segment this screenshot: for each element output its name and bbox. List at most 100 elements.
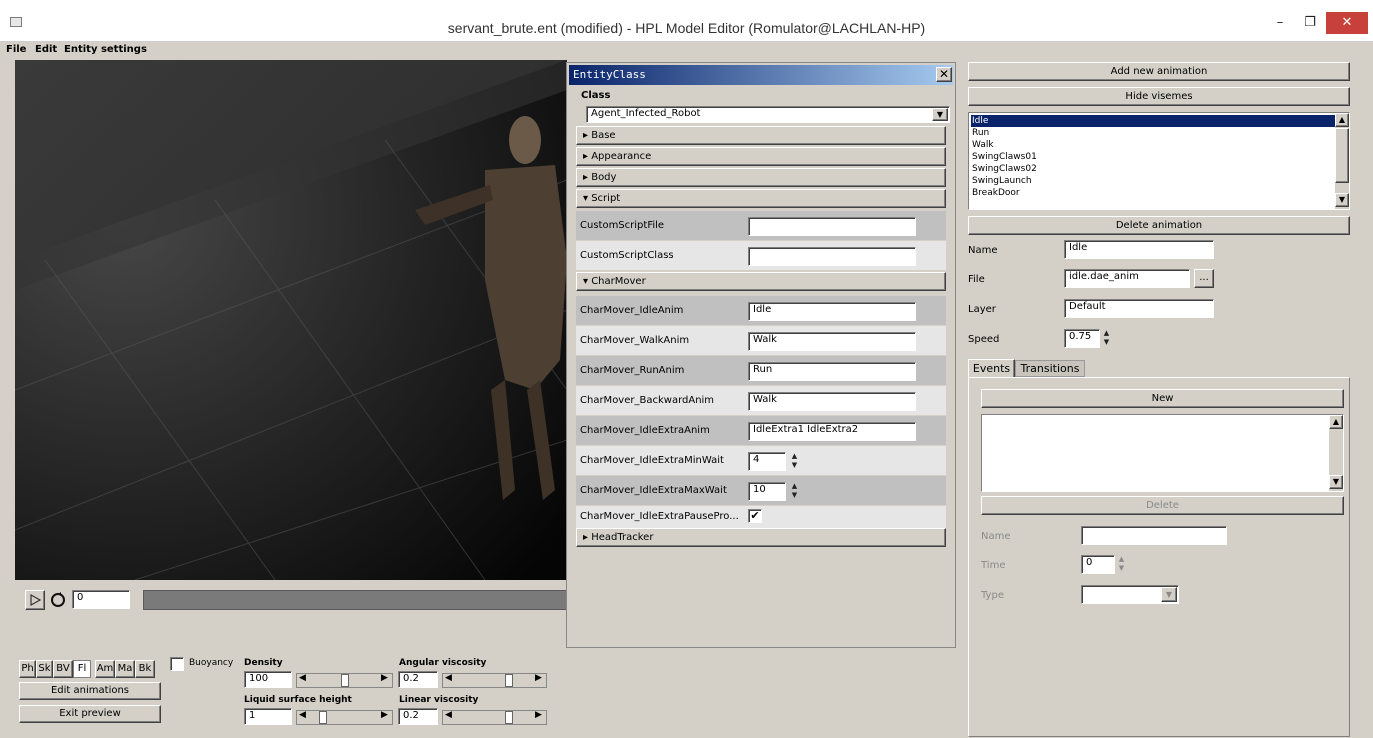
- idle-extra-max-wait-input[interactable]: 10: [748, 482, 786, 501]
- menu-edit[interactable]: Edit: [35, 44, 57, 55]
- anim-speed-input[interactable]: 0.75: [1064, 329, 1100, 348]
- panel-close-button[interactable]: ✕: [936, 67, 952, 82]
- anim-file-input[interactable]: idle.dae_anim: [1064, 269, 1190, 288]
- linear-viscosity-input[interactable]: 0.2: [398, 708, 438, 725]
- scroll-thumb[interactable]: [1335, 128, 1349, 183]
- frame-input[interactable]: 0: [72, 590, 130, 609]
- events-scroll-up-icon[interactable]: ▲: [1329, 415, 1343, 429]
- anim-name-input[interactable]: Idle: [1064, 240, 1214, 259]
- slider-right-icon[interactable]: ▶: [535, 710, 542, 720]
- idle-extra-min-wait-input[interactable]: 4: [748, 452, 786, 471]
- events-list-scrollbar[interactable]: ▲ ▼: [1329, 415, 1343, 491]
- toggle-bk[interactable]: Bk: [135, 660, 155, 678]
- maximize-button[interactable]: ❐: [1296, 12, 1324, 34]
- run-anim-input[interactable]: Run: [748, 362, 916, 381]
- liquid-surface-input[interactable]: 1: [244, 708, 292, 725]
- slider-thumb[interactable]: [341, 674, 349, 687]
- section-headtracker[interactable]: ▸ HeadTracker: [576, 528, 946, 547]
- section-appearance[interactable]: ▸ Appearance: [576, 147, 946, 166]
- buoyancy-checkbox[interactable]: [170, 657, 184, 671]
- toggle-ma[interactable]: Ma: [115, 660, 135, 678]
- section-script[interactable]: ▾ Script: [576, 189, 946, 208]
- scroll-up-icon[interactable]: ▲: [1335, 113, 1349, 127]
- section-charmover[interactable]: ▾ CharMover: [576, 272, 946, 291]
- event-name-input[interactable]: [1081, 526, 1227, 545]
- slider-thumb[interactable]: [505, 674, 513, 687]
- toggle-am[interactable]: Am: [95, 660, 115, 678]
- section-appearance-label: Appearance: [591, 151, 652, 162]
- add-animation-button[interactable]: Add new animation: [968, 62, 1350, 81]
- menu-entity-settings[interactable]: Entity settings: [64, 44, 147, 55]
- panel-title-bar[interactable]: EntityClass ✕: [569, 65, 953, 85]
- linear-viscosity-slider[interactable]: ◀ ▶: [442, 710, 547, 725]
- density-slider[interactable]: ◀ ▶: [296, 673, 393, 688]
- list-item[interactable]: SwingLaunch: [971, 175, 1335, 187]
- list-item[interactable]: Walk: [971, 139, 1335, 151]
- slider-left-icon[interactable]: ◀: [445, 710, 452, 720]
- section-base[interactable]: ▸ Base: [576, 126, 946, 145]
- tab-events[interactable]: Events: [968, 359, 1015, 378]
- section-body[interactable]: ▸ Body: [576, 168, 946, 187]
- row-idle-extra-pause: CharMover_IdleExtraPausePro... ✔: [576, 506, 946, 528]
- list-item[interactable]: Idle: [971, 115, 1335, 127]
- slider-right-icon[interactable]: ▶: [381, 673, 388, 683]
- loop-icon: [51, 592, 65, 607]
- close-window-button[interactable]: ✕: [1326, 12, 1368, 34]
- tab-transitions[interactable]: Transitions: [1015, 360, 1085, 377]
- slider-thumb[interactable]: [319, 711, 327, 724]
- anim-layer-input[interactable]: Default: [1064, 299, 1214, 318]
- minimize-button[interactable]: –: [1266, 12, 1294, 34]
- list-item[interactable]: SwingClaws02: [971, 163, 1335, 175]
- toggle-sk[interactable]: Sk: [36, 660, 53, 678]
- slider-thumb[interactable]: [505, 711, 513, 724]
- play-button[interactable]: [25, 590, 45, 610]
- toggle-bv[interactable]: BV: [53, 660, 73, 678]
- menu-file[interactable]: File: [6, 44, 26, 55]
- timeline-track[interactable]: [143, 590, 567, 610]
- delete-animation-button[interactable]: Delete animation: [968, 216, 1350, 235]
- slider-right-icon[interactable]: ▶: [535, 673, 542, 683]
- anim-speed-spinner[interactable]: ▲ ▼: [1102, 329, 1111, 348]
- list-item[interactable]: BreakDoor: [971, 187, 1335, 199]
- loop-toggle[interactable]: [48, 590, 68, 610]
- custom-script-file-input[interactable]: [748, 217, 916, 236]
- browse-file-button[interactable]: ...: [1194, 269, 1214, 288]
- idle-extra-min-wait-label: CharMover_IdleExtraMinWait: [580, 455, 724, 466]
- row-idle-extra-anim: CharMover_IdleExtraAnim IdleExtra1 IdleE…: [576, 416, 946, 445]
- density-input[interactable]: 100: [244, 671, 292, 688]
- hide-visemes-button[interactable]: Hide visemes: [968, 87, 1350, 106]
- delete-event-button[interactable]: Delete: [981, 496, 1344, 515]
- walk-anim-input[interactable]: Walk: [748, 332, 916, 351]
- angular-viscosity-slider[interactable]: ◀ ▶: [442, 673, 547, 688]
- event-time-input[interactable]: 0: [1081, 555, 1115, 574]
- list-item[interactable]: SwingClaws01: [971, 151, 1335, 163]
- backward-anim-input[interactable]: Walk: [748, 392, 916, 411]
- chevron-down-icon: ▼: [932, 108, 948, 121]
- list-item[interactable]: Run: [971, 127, 1335, 139]
- slider-left-icon[interactable]: ◀: [299, 673, 306, 683]
- class-dropdown[interactable]: Agent_Infected_Robot ▼: [586, 106, 950, 123]
- toggle-ph[interactable]: Ph: [19, 660, 36, 678]
- animation-list-scrollbar[interactable]: ▲ ▼: [1335, 113, 1349, 209]
- slider-left-icon[interactable]: ◀: [299, 710, 306, 720]
- exit-preview-button[interactable]: Exit preview: [19, 705, 161, 723]
- row-idle-extra-min-wait: CharMover_IdleExtraMinWait 4 ▲ ▼: [576, 446, 946, 475]
- new-event-button[interactable]: New: [981, 389, 1344, 408]
- idle-extra-anim-input[interactable]: IdleExtra1 IdleExtra2: [748, 422, 916, 441]
- custom-script-class-input[interactable]: [748, 247, 916, 266]
- edit-animations-button[interactable]: Edit animations: [19, 682, 161, 700]
- scroll-down-icon[interactable]: ▼: [1335, 193, 1349, 207]
- slider-right-icon[interactable]: ▶: [381, 710, 388, 720]
- event-time-spinner[interactable]: ▲ ▼: [1117, 555, 1126, 574]
- idle-extra-min-wait-spinner[interactable]: ▲ ▼: [790, 452, 799, 471]
- event-type-dropdown[interactable]: ▼: [1081, 585, 1179, 604]
- events-scroll-down-icon[interactable]: ▼: [1329, 475, 1343, 489]
- idle-extra-pause-checkbox[interactable]: ✔: [748, 509, 762, 523]
- idle-extra-max-wait-spinner[interactable]: ▲ ▼: [790, 482, 799, 501]
- 3d-viewport[interactable]: [15, 60, 567, 580]
- slider-left-icon[interactable]: ◀: [445, 673, 452, 683]
- idle-anim-input[interactable]: Idle: [748, 302, 916, 321]
- toggle-fl[interactable]: Fl: [73, 660, 91, 678]
- liquid-surface-slider[interactable]: ◀ ▶: [296, 710, 393, 725]
- angular-viscosity-input[interactable]: 0.2: [398, 671, 438, 688]
